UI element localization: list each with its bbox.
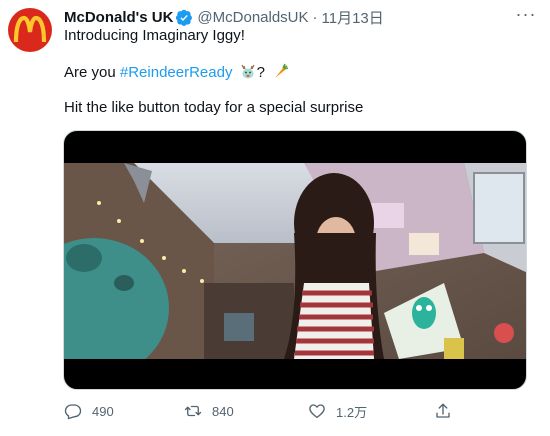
verified-badge-icon bbox=[176, 9, 193, 26]
tweet-header: McDonald's UK @McDonaldsUK · 11月13日 bbox=[64, 6, 540, 28]
reply-icon bbox=[64, 404, 82, 420]
video-media[interactable] bbox=[63, 130, 527, 390]
reply-count: 490 bbox=[92, 403, 114, 419]
header-separator: · bbox=[312, 8, 318, 26]
share-icon bbox=[436, 403, 450, 418]
like-count: 1.2万 bbox=[336, 404, 368, 420]
tweet-actions: 490 840 1.2万 bbox=[64, 398, 484, 424]
reply-button[interactable]: 490 bbox=[64, 398, 114, 424]
retweet-count: 840 bbox=[212, 403, 234, 419]
more-dots-icon[interactable]: ··· bbox=[516, 4, 536, 24]
display-name[interactable]: McDonald's UK bbox=[64, 9, 173, 26]
line2-prefix: Are you bbox=[64, 64, 120, 81]
tweet-text-line-3: Hit the like button today for a special … bbox=[64, 99, 364, 116]
retweet-icon bbox=[184, 405, 202, 417]
share-button[interactable] bbox=[434, 398, 462, 424]
like-button[interactable]: 1.2万 bbox=[308, 398, 367, 424]
retweet-button[interactable]: 840 bbox=[184, 398, 234, 424]
tweet-card[interactable]: McDonald's UK @McDonaldsUK · 11月13日 ··· … bbox=[0, 0, 550, 436]
tweet-text-line-2: Are you #ReindeerReady ? bbox=[64, 62, 289, 83]
hashtag-link[interactable]: #ReindeerReady bbox=[120, 64, 233, 81]
carrot-emoji-icon bbox=[275, 63, 289, 78]
line2-suffix: ? bbox=[256, 64, 265, 81]
heart-icon bbox=[309, 404, 325, 419]
reindeer-emoji-icon bbox=[241, 64, 255, 79]
video-frame-illustration bbox=[64, 163, 526, 359]
user-handle[interactable]: @McDonaldsUK bbox=[197, 9, 308, 26]
mcdonalds-logo-avatar[interactable] bbox=[8, 8, 52, 52]
tweet-date[interactable]: 11月13日 bbox=[322, 7, 384, 28]
tweet-text-line-1: Introducing Imaginary Iggy! bbox=[64, 27, 245, 44]
